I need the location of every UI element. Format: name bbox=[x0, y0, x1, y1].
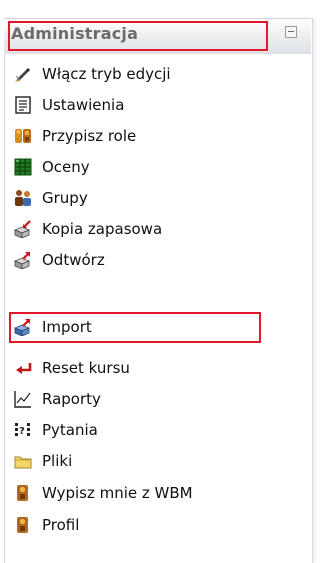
menu-item-label: Odtwórz bbox=[42, 251, 105, 269]
svg-text:?: ? bbox=[19, 426, 25, 437]
menu-item-label: Grupy bbox=[42, 189, 88, 207]
menu-item-label: Reset kursu bbox=[42, 359, 130, 377]
assign-roles-icon bbox=[14, 127, 32, 145]
menu-item-label: Raporty bbox=[42, 390, 101, 408]
menu-item-files[interactable]: Pliki bbox=[14, 449, 72, 473]
menu-item-assign-roles[interactable]: Przypisz role bbox=[14, 124, 136, 148]
profile-person-icon bbox=[14, 516, 32, 534]
backup-box-icon bbox=[14, 220, 32, 238]
menu-item-questions[interactable]: ? Pytania bbox=[14, 418, 98, 442]
edit-pencil-icon bbox=[14, 65, 32, 83]
menu-item-import[interactable]: Import bbox=[14, 315, 92, 339]
reports-chart-icon bbox=[14, 390, 32, 408]
menu-item-profile[interactable]: Profil bbox=[14, 513, 79, 537]
menu-item-label: Oceny bbox=[42, 158, 90, 176]
menu-item-reports[interactable]: Raporty bbox=[14, 387, 101, 411]
menu-item-label: Pliki bbox=[42, 452, 73, 470]
restore-box-icon bbox=[14, 251, 32, 269]
menu-item-settings[interactable]: Ustawienia bbox=[14, 93, 124, 117]
unenrol-person-icon bbox=[14, 484, 32, 502]
menu-item-unenrol[interactable]: Wypisz mnie z WBM bbox=[14, 481, 193, 505]
menu-item-reset-course[interactable]: Reset kursu bbox=[14, 356, 130, 380]
menu-item-label: Włącz tryb edycji bbox=[42, 65, 171, 83]
menu-item-label: Ustawienia bbox=[42, 96, 125, 114]
menu-item-label: Pytania bbox=[42, 421, 98, 439]
minus-box-icon[interactable] bbox=[285, 26, 297, 38]
menu-item-restore[interactable]: Odtwórz bbox=[14, 248, 105, 272]
settings-document-icon bbox=[14, 96, 32, 114]
menu-item-label: Kopia zapasowa bbox=[42, 220, 163, 238]
grades-grid-icon bbox=[14, 158, 32, 176]
menu-item-label: Przypisz role bbox=[42, 127, 137, 145]
menu-item-backup[interactable]: Kopia zapasowa bbox=[14, 217, 162, 241]
menu-item-label: Wypisz mnie z WBM bbox=[42, 484, 193, 502]
menu-item-grades[interactable]: Oceny bbox=[14, 155, 90, 179]
menu-item-label: Import bbox=[42, 318, 92, 336]
import-box-icon bbox=[14, 318, 32, 336]
menu-item-groups[interactable]: Grupy bbox=[14, 186, 88, 210]
questions-icon: ? bbox=[14, 421, 32, 439]
menu-item-edit-mode[interactable]: Włącz tryb edycji bbox=[14, 62, 171, 86]
groups-people-icon bbox=[14, 189, 32, 207]
menu-item-label: Profil bbox=[42, 516, 80, 534]
folder-icon bbox=[14, 452, 32, 470]
reset-arrow-icon bbox=[14, 359, 32, 377]
block-title: Administracja bbox=[11, 24, 139, 43]
